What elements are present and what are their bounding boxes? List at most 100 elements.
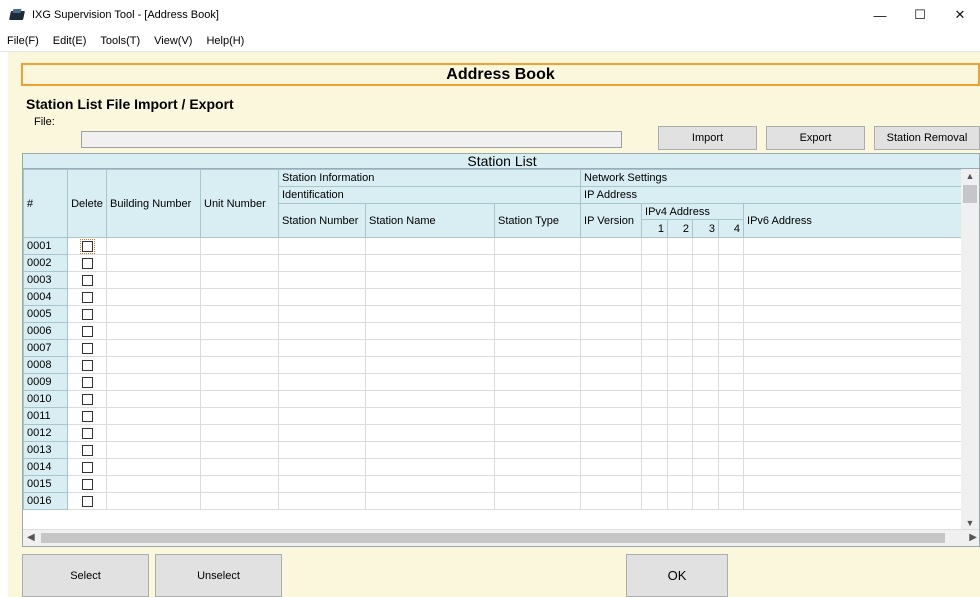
table-cell[interactable] xyxy=(106,373,201,391)
table-cell[interactable] xyxy=(692,441,720,459)
table-cell[interactable] xyxy=(278,288,366,306)
table-cell[interactable] xyxy=(278,373,366,391)
table-cell[interactable] xyxy=(667,322,694,340)
table-cell[interactable] xyxy=(200,322,279,340)
station-removal-button[interactable]: Station Removal xyxy=(874,126,980,150)
table-cell[interactable] xyxy=(106,237,201,255)
table-cell[interactable] xyxy=(743,441,964,459)
table-cell[interactable] xyxy=(692,339,720,357)
table-cell[interactable] xyxy=(278,492,366,510)
table-cell[interactable] xyxy=(278,305,366,323)
table-cell[interactable] xyxy=(641,441,669,459)
table-cell[interactable] xyxy=(106,475,201,493)
table-cell[interactable] xyxy=(493,492,582,510)
table-cell[interactable] xyxy=(718,271,745,289)
table-cell[interactable] xyxy=(743,424,964,442)
delete-checkbox[interactable] xyxy=(79,238,95,254)
minimize-button[interactable]: — xyxy=(860,0,900,30)
table-cell[interactable] xyxy=(493,441,582,459)
table-cell[interactable] xyxy=(718,254,745,272)
table-cell[interactable] xyxy=(365,407,495,425)
scroll-thumb[interactable] xyxy=(963,185,977,203)
table-cell[interactable] xyxy=(692,305,720,323)
table-cell[interactable] xyxy=(743,271,964,289)
table-cell[interactable] xyxy=(718,424,745,442)
table-cell[interactable] xyxy=(365,390,495,408)
table-cell[interactable] xyxy=(667,424,694,442)
table-cell[interactable] xyxy=(718,492,745,510)
table-cell[interactable] xyxy=(106,305,201,323)
table-cell[interactable] xyxy=(200,441,279,459)
close-button[interactable]: ✕ xyxy=(940,0,980,30)
table-cell[interactable] xyxy=(743,237,964,255)
table-cell[interactable] xyxy=(580,271,643,289)
table-cell[interactable] xyxy=(718,441,745,459)
table-cell[interactable] xyxy=(641,305,669,323)
table-cell[interactable] xyxy=(278,237,366,255)
table-cell[interactable] xyxy=(278,441,366,459)
table-cell[interactable] xyxy=(278,254,366,272)
table-cell[interactable] xyxy=(718,407,745,425)
table-cell[interactable] xyxy=(743,475,964,493)
delete-checkbox[interactable] xyxy=(81,359,93,371)
table-cell[interactable] xyxy=(365,237,495,255)
table-cell[interactable] xyxy=(200,254,279,272)
table-cell[interactable] xyxy=(278,339,366,357)
table-cell[interactable] xyxy=(106,390,201,408)
table-cell[interactable] xyxy=(743,339,964,357)
table-cell[interactable] xyxy=(106,339,201,357)
delete-checkbox[interactable] xyxy=(81,376,93,388)
table-cell[interactable] xyxy=(667,305,694,323)
table-cell[interactable] xyxy=(743,390,964,408)
table-cell[interactable] xyxy=(365,288,495,306)
table-cell[interactable] xyxy=(580,373,643,391)
table-cell[interactable] xyxy=(692,237,720,255)
table-cell[interactable] xyxy=(718,390,745,408)
table-cell[interactable] xyxy=(580,475,643,493)
table-cell[interactable] xyxy=(200,458,279,476)
table-cell[interactable] xyxy=(278,407,366,425)
export-button[interactable]: Export xyxy=(766,126,865,150)
import-button[interactable]: Import xyxy=(658,126,757,150)
delete-checkbox[interactable] xyxy=(81,393,93,405)
delete-checkbox[interactable] xyxy=(81,308,93,320)
table-cell[interactable] xyxy=(743,305,964,323)
table-cell[interactable] xyxy=(200,424,279,442)
maximize-button[interactable]: ☐ xyxy=(900,0,940,30)
table-cell[interactable] xyxy=(200,271,279,289)
table-cell[interactable] xyxy=(580,237,643,255)
table-cell[interactable] xyxy=(718,339,745,357)
table-cell[interactable] xyxy=(365,322,495,340)
table-cell[interactable] xyxy=(667,475,694,493)
table-cell[interactable] xyxy=(200,390,279,408)
table-cell[interactable] xyxy=(641,407,669,425)
table-cell[interactable] xyxy=(106,441,201,459)
table-cell[interactable] xyxy=(718,373,745,391)
menu-help[interactable]: Help(H) xyxy=(206,35,244,47)
table-cell[interactable] xyxy=(743,458,964,476)
table-cell[interactable] xyxy=(493,305,582,323)
table-cell[interactable] xyxy=(106,458,201,476)
table-cell[interactable] xyxy=(365,424,495,442)
table-cell[interactable] xyxy=(692,254,720,272)
table-cell[interactable] xyxy=(200,492,279,510)
table-cell[interactable] xyxy=(200,407,279,425)
table-cell[interactable] xyxy=(278,390,366,408)
table-cell[interactable] xyxy=(106,288,201,306)
table-cell[interactable] xyxy=(493,356,582,374)
table-cell[interactable] xyxy=(493,475,582,493)
table-cell[interactable] xyxy=(667,441,694,459)
table-cell[interactable] xyxy=(667,407,694,425)
table-cell[interactable] xyxy=(641,492,669,510)
table-cell[interactable] xyxy=(718,237,745,255)
table-cell[interactable] xyxy=(580,339,643,357)
table-cell[interactable] xyxy=(743,373,964,391)
table-cell[interactable] xyxy=(278,424,366,442)
table-cell[interactable] xyxy=(667,271,694,289)
table-cell[interactable] xyxy=(641,237,669,255)
table-cell[interactable] xyxy=(692,492,720,510)
table-cell[interactable] xyxy=(365,492,495,510)
table-cell[interactable] xyxy=(641,254,669,272)
table-cell[interactable] xyxy=(718,458,745,476)
file-path-field[interactable] xyxy=(81,131,622,148)
